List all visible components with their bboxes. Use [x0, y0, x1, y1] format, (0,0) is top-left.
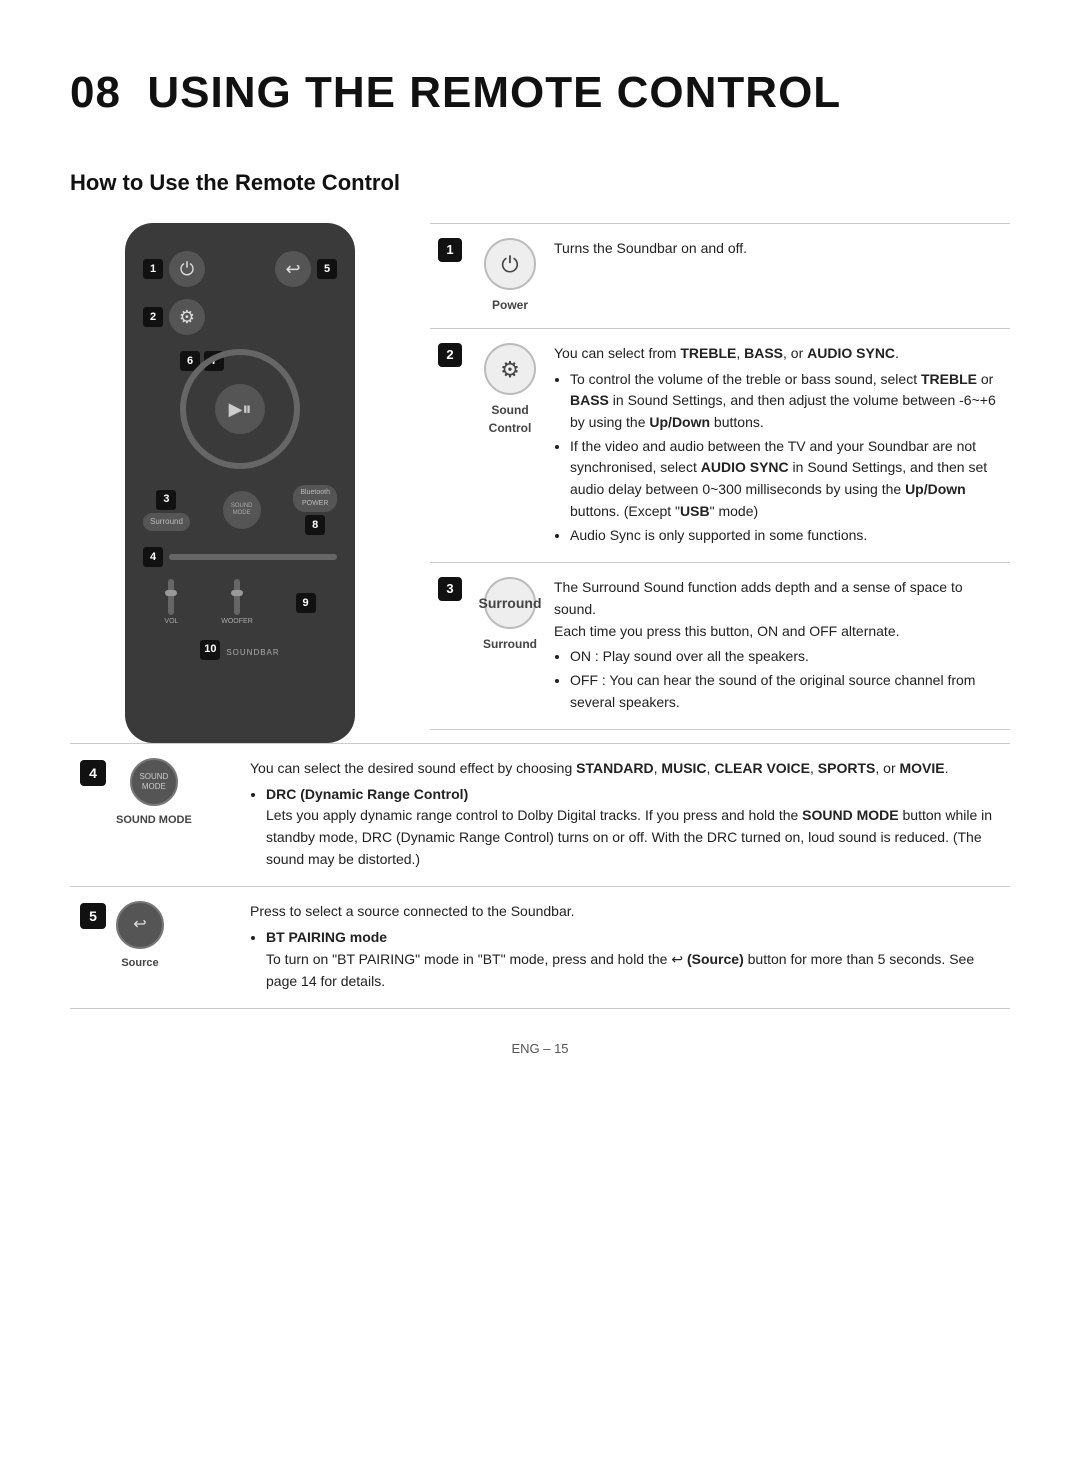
remote-vol-knob: [165, 590, 177, 596]
remote-body: 1 ⏻ ↩ 5 2 ⚙ ▶⏸: [125, 223, 355, 743]
remote-surround-button[interactable]: Surround: [143, 513, 190, 531]
desc-row-2: 2 ⚙ Sound Control You can select from TR…: [430, 329, 1010, 563]
bottom-text-5: Press to select a source connected to th…: [250, 901, 1000, 994]
power-icon: ⏻: [484, 238, 536, 290]
remote-woofer-knob: [231, 590, 243, 596]
remote-illustration: 1 ⏻ ↩ 5 2 ⚙ ▶⏸: [70, 223, 410, 743]
footer-text: ENG – 15: [511, 1041, 568, 1056]
bottom-rows: 4 SOUNDMODE SOUND MODE You can select th…: [70, 743, 1010, 1009]
remote-vol-track: [168, 579, 174, 615]
desc-icon-col-1: ⏻ Power: [470, 238, 550, 314]
title-text: USING THE REMOTE CONTROL: [147, 68, 841, 117]
bottom-row-4: 4 SOUNDMODE SOUND MODE You can select th…: [70, 744, 1010, 887]
bottom-text-4: You can select the desired sound effect …: [250, 758, 1000, 872]
remote-surround-row: 3 Surround SOUNDMODE BluetoothPOWER 8: [143, 485, 337, 535]
remote-woofer-label: WOOFER: [221, 617, 253, 628]
callout-badge-2: 2: [438, 343, 462, 367]
remote-dpad-center[interactable]: ▶⏸: [215, 384, 265, 434]
sound-control-label: Sound Control: [470, 401, 550, 437]
sound-mode-label: SOUNDMODE: [231, 503, 253, 516]
diagram-section: 1 ⏻ ↩ 5 2 ⚙ ▶⏸: [70, 223, 1010, 743]
desc-text-2: You can select from TREBLE, BASS, or AUD…: [554, 343, 1002, 548]
desc-text-1: Turns the Soundbar on and off.: [554, 238, 1002, 314]
remote-badge-10: 10: [200, 640, 220, 660]
remote-vol-slider: VOL: [164, 579, 178, 628]
remote-badge-8: 8: [305, 515, 325, 535]
remote-woofer-track: [234, 579, 240, 615]
chapter-number: 08: [70, 68, 121, 117]
remote-badge-1: 1: [143, 259, 163, 279]
remote-top-row: 1 ⏻ ↩ 5: [143, 251, 337, 287]
power-label: Power: [492, 296, 528, 314]
remote-woofer-slider: WOOFER: [221, 579, 253, 628]
source-icon-label: Source: [121, 955, 158, 972]
source-remote-icon: ↩: [116, 901, 164, 949]
bottom-row-5-left: 5 ↩ Source: [80, 901, 240, 994]
desc-icon-col-3: Surround Surround: [470, 577, 550, 653]
remote-badge-9: 9: [296, 593, 316, 613]
remote-dpad: ▶⏸ 6 7: [180, 349, 300, 469]
remote-badge-3: 3: [156, 490, 176, 510]
desc-text-3: The Surround Sound function adds depth a…: [554, 577, 1002, 715]
remote-sound-mode-button[interactable]: SOUNDMODE: [223, 491, 261, 529]
sound-control-icon: ⚙: [484, 343, 536, 395]
remote-badge-2: 2: [143, 307, 163, 327]
description-panel: 1 ⏻ Power Turns the Soundbar on and off.…: [430, 223, 1010, 743]
remote-sound-mode-area: SOUNDMODE: [223, 491, 261, 529]
desc-row-1: 1 ⏻ Power Turns the Soundbar on and off.: [430, 224, 1010, 329]
bottom-row-5: 5 ↩ Source Press to select a source conn…: [70, 887, 1010, 1009]
surround-icon: Surround: [484, 577, 536, 629]
surround-label: Surround: [483, 635, 537, 653]
remote-badge-5: 5: [317, 259, 337, 279]
page-title: 08 USING THE REMOTE CONTROL: [70, 60, 1010, 126]
page-footer: ENG – 15: [70, 1039, 1010, 1059]
section-title: How to Use the Remote Control: [70, 166, 1010, 199]
remote-slider-bar: [169, 554, 337, 560]
remote-vol-woofer-row: VOL WOOFER 9: [143, 579, 337, 628]
sound-mode-remote-icon: SOUNDMODE: [130, 758, 178, 806]
desc-table: 1 ⏻ Power Turns the Soundbar on and off.…: [430, 223, 1010, 730]
remote-vol-label: VOL: [164, 617, 178, 628]
desc-row-3: 3 Surround Surround The Surround Sound f…: [430, 563, 1010, 730]
callout-badge-3: 3: [438, 577, 462, 601]
source-icon-col: ↩ Source: [116, 901, 164, 972]
remote-source-button[interactable]: ↩: [275, 251, 311, 287]
desc-icon-col-2: ⚙ Sound Control: [470, 343, 550, 437]
section-badge-5: 5: [80, 903, 106, 929]
sound-mode-icon-label: SOUND MODE: [116, 812, 192, 829]
remote-badge-4: 4: [143, 547, 163, 567]
remote-sound-control-button[interactable]: ⚙: [169, 299, 205, 335]
remote-power-button[interactable]: ⏻: [169, 251, 205, 287]
sound-mode-icon-col: SOUNDMODE SOUND MODE: [116, 758, 192, 829]
callout-badge-1: 1: [438, 238, 462, 262]
remote-soundbar-label: SOUNDBAR: [226, 647, 279, 659]
remote-bluetooth-button[interactable]: BluetoothPOWER: [293, 485, 337, 512]
section-badge-4: 4: [80, 760, 106, 786]
bottom-row-4-left: 4 SOUNDMODE SOUND MODE: [80, 758, 240, 872]
